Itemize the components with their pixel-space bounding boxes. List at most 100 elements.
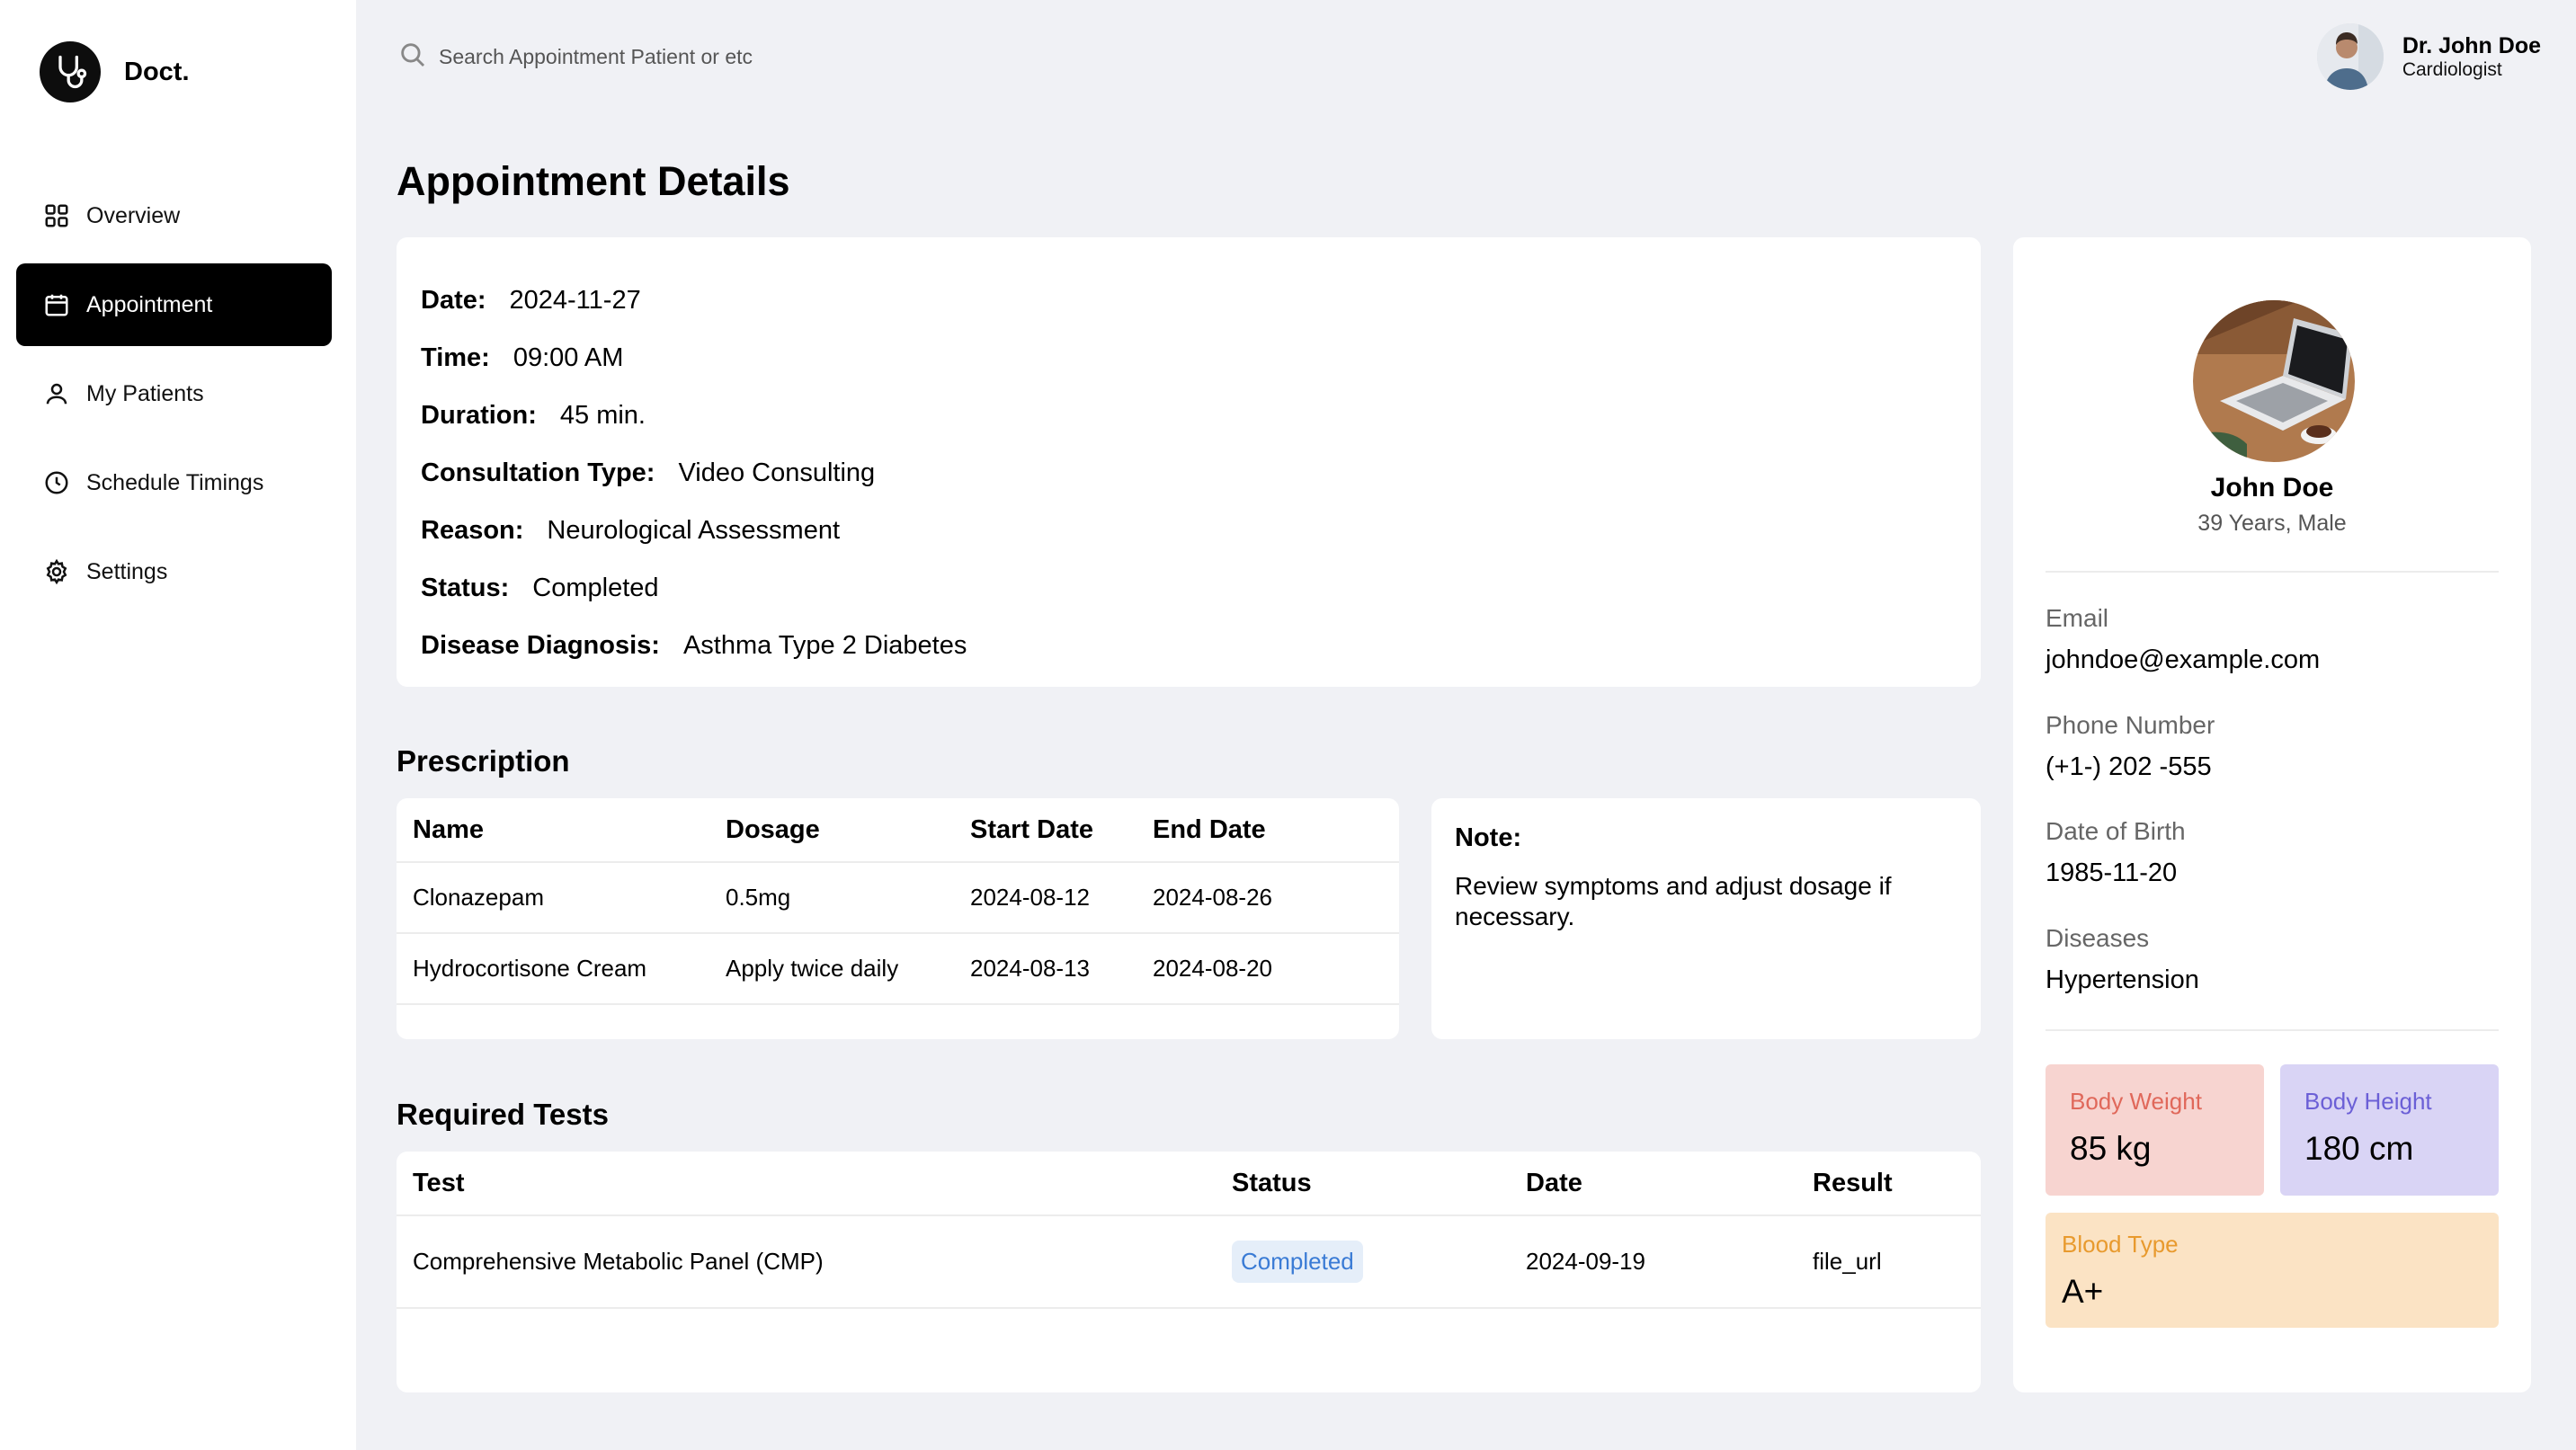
info-label: Date of Birth bbox=[2046, 817, 2186, 845]
table-row[interactable]: Comprehensive Metabolic Panel (CMP) Comp… bbox=[397, 1215, 1981, 1309]
table-cell: 2024-09-19 bbox=[1510, 1215, 1796, 1309]
detail-label: Consultation Type: bbox=[421, 458, 655, 487]
column-header: Dosage bbox=[709, 798, 954, 863]
page-title: Appointment Details bbox=[397, 158, 790, 204]
stat-label: Body Weight bbox=[2070, 1088, 2202, 1115]
sidebar-item-settings[interactable]: Settings bbox=[16, 530, 332, 613]
avatar[interactable] bbox=[2316, 23, 2384, 90]
detail-date: Date: 2024-11-27 bbox=[397, 271, 1981, 329]
clock-icon bbox=[41, 467, 72, 498]
table-cell: 2024-08-20 bbox=[1136, 933, 1399, 1005]
table-cell: Hydrocortisone Cream bbox=[397, 933, 709, 1005]
calendar-icon bbox=[41, 289, 72, 320]
detail-consultation-type: Consultation Type: Video Consulting bbox=[397, 444, 1981, 502]
stethoscope-logo-icon bbox=[40, 41, 101, 102]
detail-label: Reason: bbox=[421, 515, 524, 545]
result-link[interactable]: file_url bbox=[1796, 1215, 1981, 1309]
info-label: Phone Number bbox=[2046, 711, 2215, 739]
table-cell: Comprehensive Metabolic Panel (CMP) bbox=[397, 1215, 1216, 1309]
detail-label: Duration: bbox=[421, 400, 537, 430]
stat-value: 85 kg bbox=[2070, 1130, 2152, 1167]
table-row[interactable]: Clonazepam 0.5mg 2024-08-12 2024-08-26 bbox=[397, 862, 1399, 934]
info-value: Hypertension bbox=[2046, 965, 2199, 994]
sidebar-nav: Overview Appointment My Patients Schedul… bbox=[16, 174, 332, 619]
patient-age-gender: 39 Years, Male bbox=[2197, 511, 2347, 536]
detail-value: Asthma Type 2 Diabetes bbox=[682, 630, 967, 660]
info-value: 1985-11-20 bbox=[2046, 858, 2178, 887]
brand-name: Doct. bbox=[124, 57, 190, 86]
patient-diseases: Diseases Hypertension bbox=[2046, 924, 2199, 995]
detail-label: Status: bbox=[421, 573, 510, 602]
column-header: Name bbox=[397, 798, 709, 863]
table-row[interactable]: Hydrocortisone Cream Apply twice daily 2… bbox=[397, 933, 1399, 1005]
user-profile[interactable]: Dr. John Doe Cardiologist bbox=[2316, 23, 2541, 90]
column-header: Test bbox=[397, 1152, 1216, 1216]
patient-card: John Doe 39 Years, Male Email johndoe@ex… bbox=[2013, 237, 2531, 1392]
detail-time: Time: 09:00 AM bbox=[397, 329, 1981, 387]
table-header-row: Test Status Date Result bbox=[397, 1152, 1981, 1216]
detail-value: 09:00 AM bbox=[513, 342, 624, 372]
column-header: Result bbox=[1796, 1152, 1981, 1216]
search-bar bbox=[397, 40, 978, 75]
detail-duration: Duration: 45 min. bbox=[397, 387, 1981, 444]
patient-dob: Date of Birth 1985-11-20 bbox=[2046, 817, 2186, 888]
detail-value: 45 min. bbox=[559, 400, 646, 430]
info-label: Diseases bbox=[2046, 924, 2150, 952]
sidebar-item-label: Appointment bbox=[86, 291, 213, 317]
patient-name: John Doe bbox=[2210, 473, 2334, 503]
table-header-row: Name Dosage Start Date End Date bbox=[397, 798, 1399, 863]
table-cell: 2024-08-12 bbox=[954, 862, 1136, 934]
table-cell: Completed bbox=[1216, 1215, 1510, 1309]
table-cell: Apply twice daily bbox=[709, 933, 954, 1005]
search-icon bbox=[397, 40, 428, 75]
sidebar-item-my-patients[interactable]: My Patients bbox=[16, 352, 332, 435]
blood-type-stat: Blood Type A+ bbox=[2046, 1213, 2499, 1328]
body-height-stat: Body Height 180 cm bbox=[2280, 1064, 2499, 1196]
detail-label: Date: bbox=[421, 285, 486, 315]
info-value: (+1-) 202 -555 bbox=[2046, 752, 2212, 781]
column-header: Date bbox=[1510, 1152, 1796, 1216]
detail-value: 2024-11-27 bbox=[509, 285, 641, 315]
detail-value: Video Consulting bbox=[678, 458, 876, 487]
sidebar-item-schedule-timings[interactable]: Schedule Timings bbox=[16, 441, 332, 524]
detail-disease-diagnosis: Disease Diagnosis: Asthma Type 2 Diabete… bbox=[397, 617, 1981, 674]
user-role: Cardiologist bbox=[2402, 59, 2502, 80]
column-header: Start Date bbox=[954, 798, 1136, 863]
column-header: End Date bbox=[1136, 798, 1399, 863]
appointment-details-card: Date: 2024-11-27 Time: 09:00 AM Duration… bbox=[397, 237, 1981, 687]
table-cell: 0.5mg bbox=[709, 862, 954, 934]
required-tests-title: Required Tests bbox=[397, 1098, 609, 1131]
user-name: Dr. John Doe bbox=[2402, 33, 2541, 58]
stat-label: Blood Type bbox=[2062, 1231, 2179, 1258]
sidebar: Doct. Overview Appointment My Patients S… bbox=[0, 0, 356, 1450]
sidebar-item-overview[interactable]: Overview bbox=[16, 174, 332, 257]
search-input[interactable] bbox=[439, 45, 978, 69]
divider bbox=[2046, 571, 2499, 573]
table-cell: Clonazepam bbox=[397, 862, 709, 934]
stat-label: Body Height bbox=[2304, 1088, 2432, 1115]
required-tests-table: Test Status Date Result Comprehensive Me… bbox=[397, 1152, 1981, 1392]
detail-reason: Reason: Neurological Assessment bbox=[397, 502, 1981, 559]
stat-value: A+ bbox=[2062, 1273, 2104, 1310]
stat-value: 180 cm bbox=[2304, 1130, 2414, 1167]
prescription-table: Name Dosage Start Date End Date Clonazep… bbox=[397, 798, 1399, 1039]
note-text: Review symptoms and adjust dosage if nec… bbox=[1455, 872, 1892, 930]
detail-value: Completed bbox=[532, 573, 659, 602]
gear-icon bbox=[41, 556, 72, 587]
user-icon bbox=[41, 378, 72, 409]
brand[interactable]: Doct. bbox=[40, 41, 190, 102]
divider bbox=[2046, 1029, 2499, 1031]
note-label: Note: bbox=[1455, 823, 1522, 852]
info-value: johndoe@example.com bbox=[2046, 645, 2321, 674]
info-label: Email bbox=[2046, 604, 2109, 632]
sidebar-item-label: Overview bbox=[86, 202, 181, 228]
detail-label: Time: bbox=[421, 342, 490, 372]
sidebar-item-label: My Patients bbox=[86, 380, 204, 406]
note-card: Note: Review symptoms and adjust dosage … bbox=[1431, 798, 1981, 1039]
sidebar-item-label: Schedule Timings bbox=[86, 469, 264, 495]
patient-email: Email johndoe@example.com bbox=[2046, 604, 2320, 675]
detail-value: Neurological Assessment bbox=[547, 515, 841, 545]
status-badge: Completed bbox=[1232, 1241, 1363, 1283]
sidebar-item-label: Settings bbox=[86, 558, 168, 584]
sidebar-item-appointment[interactable]: Appointment bbox=[16, 263, 332, 346]
